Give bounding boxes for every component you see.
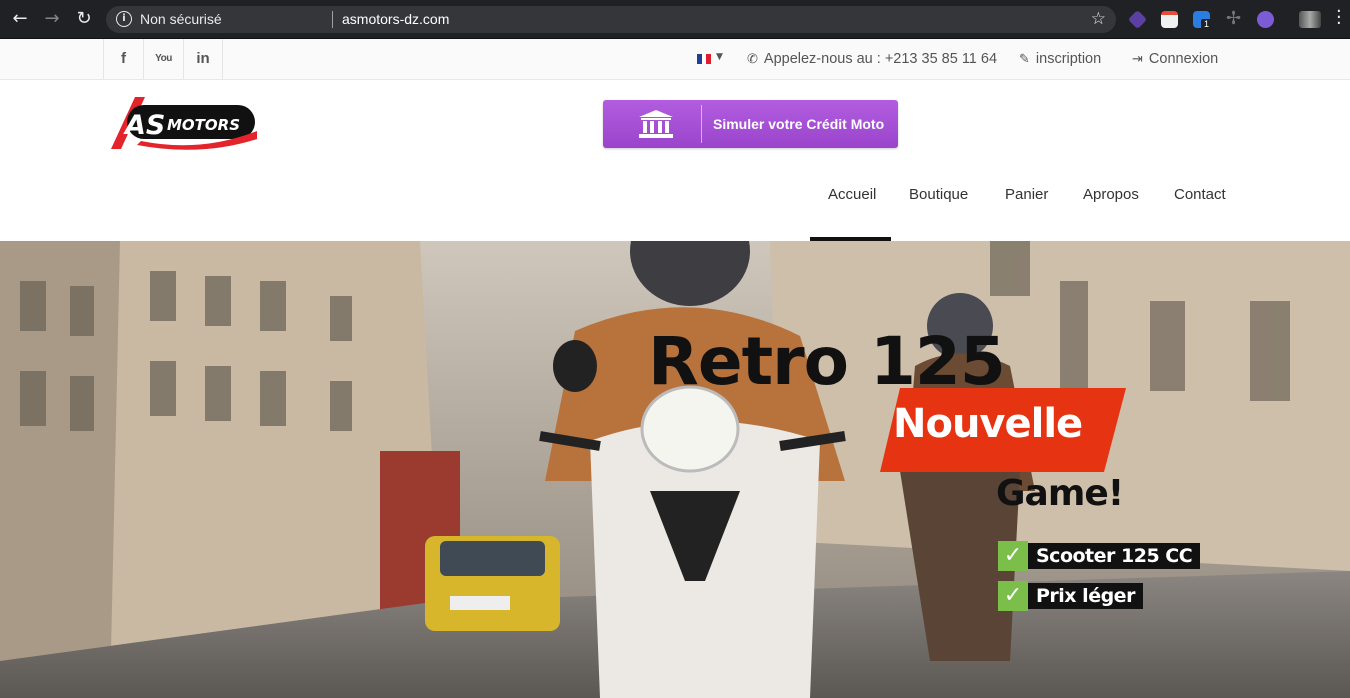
bank-icon (639, 110, 673, 138)
profile-avatar[interactable] (1299, 11, 1321, 28)
check-icon: ✓ (998, 581, 1028, 611)
nav-apropos[interactable]: Apropos (1083, 186, 1139, 203)
hero-subtitle: Game! (996, 473, 1124, 514)
bookmark-star-icon[interactable]: ☆ (1091, 9, 1106, 29)
feature-text: Scooter 125 CC (1028, 543, 1201, 569)
phone-text: Appelez-nous au : +213 35 85 11 64 (763, 51, 998, 67)
phone-icon: ✆ (747, 52, 758, 67)
hero-scooter-photo (0, 241, 1350, 698)
language-flag-icon[interactable] (697, 54, 712, 64)
extension-badge-count: 1 (1201, 19, 1212, 30)
credit-button-label: Simuler votre Crédit Moto (713, 116, 885, 132)
feature-text: Prix léger (1028, 583, 1143, 609)
reload-icon[interactable]: ↻ (73, 8, 95, 30)
button-divider (701, 105, 702, 143)
youtube-icon[interactable]: You (143, 39, 183, 79)
phone-contact[interactable]: ✆ Appelez-nous au : +213 35 85 11 64 (747, 50, 997, 68)
facebook-icon[interactable]: f (103, 39, 143, 79)
inscription-link[interactable]: ✎ inscription (1019, 50, 1101, 68)
address-bar[interactable]: i Non sécurisé asmotors-dz.com ☆ (106, 6, 1116, 33)
check-icon: ✓ (998, 541, 1028, 571)
extension-badge-icon[interactable]: 1 (1193, 11, 1212, 30)
info-icon[interactable]: i (116, 11, 132, 27)
site-logo[interactable]: AS MOTORS (111, 95, 259, 151)
edit-icon: ✎ (1019, 52, 1030, 67)
hero-banner (0, 241, 1350, 698)
nav-panier[interactable]: Panier (1005, 186, 1048, 203)
crosshair-extension-icon[interactable]: ✢ (1225, 10, 1242, 28)
connexion-link[interactable]: ⇥ Connexion (1132, 50, 1218, 68)
nav-accueil[interactable]: Accueil (828, 186, 876, 203)
sign-in-icon: ⇥ (1132, 52, 1143, 67)
url-text[interactable]: asmotors-dz.com (342, 11, 449, 27)
language-chevron-down-icon[interactable]: ▼ (716, 52, 723, 62)
connexion-label: Connexion (1148, 51, 1219, 67)
feature-item: ✓ Scooter 125 CC (998, 541, 1201, 571)
browser-toolbar: ← → ↻ i Non sécurisé asmotors-dz.com ☆ 1… (0, 0, 1350, 39)
nav-contact[interactable]: Contact (1174, 186, 1226, 203)
striped-circle-extension-icon[interactable] (1257, 11, 1274, 28)
top-bar: f You in ✆ Appelez-nous au : +213 35 85 1… (0, 39, 1350, 80)
hero-badge: Nouvelle (893, 401, 1083, 447)
forward-arrow-icon[interactable]: → (41, 8, 63, 30)
security-label: Non sécurisé (140, 11, 222, 27)
svg-text:AS: AS (123, 110, 165, 141)
menu-kebab-icon[interactable]: · · · (1336, 3, 1342, 33)
back-arrow-icon[interactable]: ← (9, 8, 31, 30)
nav-boutique[interactable]: Boutique (909, 186, 968, 203)
inscription-label: inscription (1035, 51, 1102, 67)
feature-item: ✓ Prix léger (998, 581, 1143, 611)
calendar-extension-icon[interactable] (1161, 11, 1178, 28)
svg-text:MOTORS: MOTORS (167, 116, 240, 134)
credit-simulator-button[interactable]: Simuler votre Crédit Moto (603, 100, 898, 148)
linkedin-icon[interactable]: in (183, 39, 223, 79)
address-separator (332, 11, 333, 28)
extension-diamond-icon[interactable] (1127, 9, 1148, 30)
